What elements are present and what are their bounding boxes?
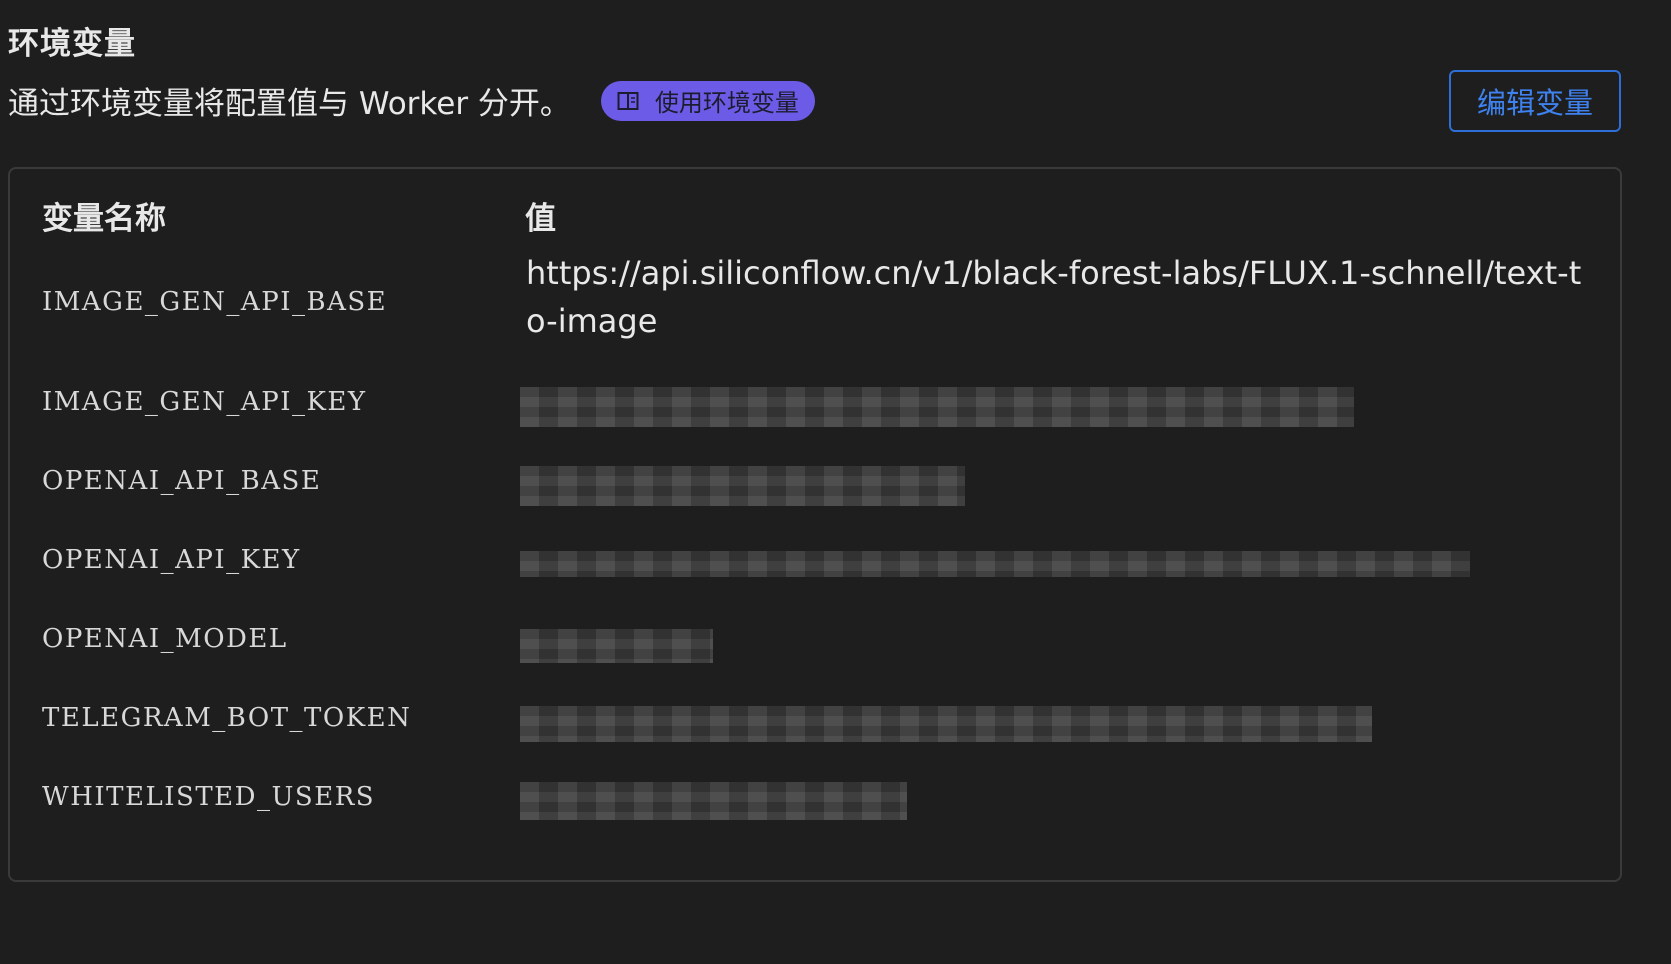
variable-value: https://api.siliconflow.cn/v1/black-fore… <box>526 254 1582 340</box>
column-header-value: 值 <box>525 201 556 237</box>
variable-name: OPENAI_API_KEY <box>42 545 301 575</box>
docs-link-pill[interactable]: 使用环境变量 <box>600 80 815 121</box>
book-icon <box>617 91 639 110</box>
variables-table: 变量名称 值 IMAGE_GEN_API_BASE https://api.si… <box>8 167 1622 882</box>
edit-variables-button[interactable]: 编辑变量 <box>1449 70 1621 132</box>
docs-link-label: 使用环境变量 <box>654 89 799 117</box>
variable-name: TELEGRAM_BOT_TOKEN <box>42 703 412 733</box>
section-title: 环境变量 <box>8 26 136 62</box>
redacted-value <box>520 706 1372 742</box>
variable-name: OPENAI_API_BASE <box>42 466 322 496</box>
column-header-name: 变量名称 <box>42 201 166 237</box>
redacted-value <box>520 551 1470 577</box>
redacted-value <box>520 466 965 506</box>
variable-name: IMAGE_GEN_API_KEY <box>42 387 367 417</box>
env-vars-page: 环境变量 通过环境变量将配置值与 Worker 分开。 使用环境变量 编辑变量 … <box>0 0 1671 964</box>
variable-name: IMAGE_GEN_API_BASE <box>42 287 388 317</box>
redacted-value <box>520 387 1354 427</box>
section-description: 通过环境变量将配置值与 Worker 分开。 <box>8 86 571 122</box>
variable-name: OPENAI_MODEL <box>42 624 288 654</box>
description-row: 通过环境变量将配置值与 Worker 分开。 使用环境变量 <box>8 78 815 123</box>
variable-name: WHITELISTED_USERS <box>42 782 376 812</box>
redacted-value <box>520 629 713 663</box>
redacted-value <box>520 782 907 820</box>
